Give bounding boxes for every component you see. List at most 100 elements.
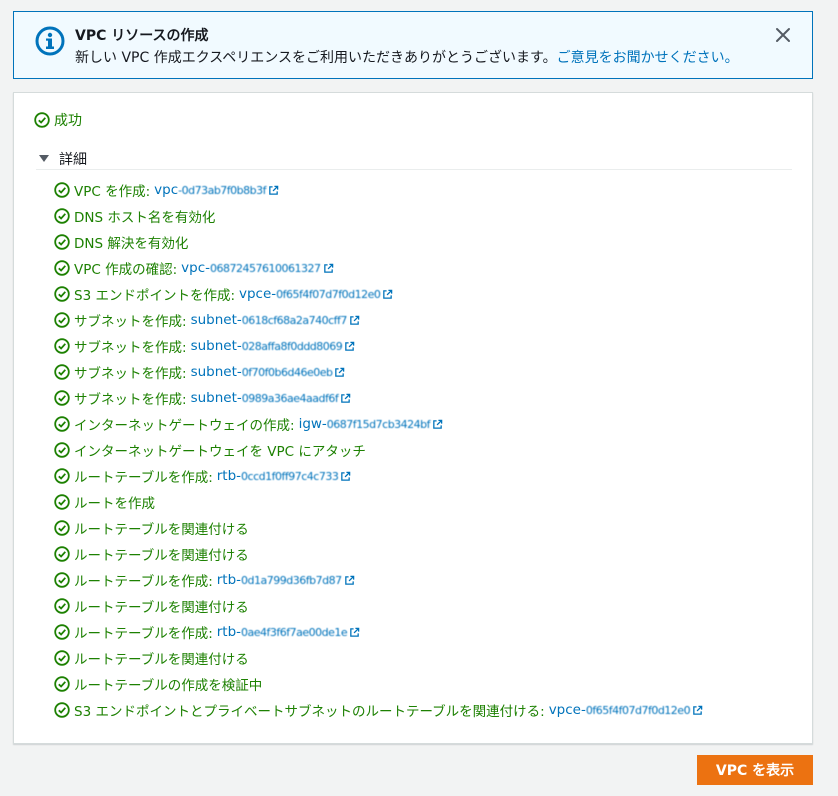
step-item: S3 エンドポイントを作成: vpce- 0f65f4f07d7f0d12e0 (54, 281, 703, 307)
step-label: ルートテーブルを関連付ける (74, 548, 249, 564)
step-label: サブネットを作成: (74, 314, 187, 330)
step-item: ルートテーブルを関連付ける (54, 593, 703, 619)
step-item: サブネットを作成: subnet- 028affa8f0ddd8069 (54, 333, 703, 359)
resource-prefix: vpc (154, 182, 179, 198)
info-banner: VPC リソースの作成 新しい VPC 作成エクスペリエンスをご利用いただきあり… (13, 11, 813, 79)
step-item: ルートテーブルを関連付ける (54, 515, 703, 541)
close-icon[interactable] (774, 26, 792, 44)
step-item: サブネットを作成: subnet- 0f70f0b6d46e0eb (54, 359, 703, 385)
banner-message-text: 新しい VPC 作成エクスペリエンスをご利用いただきありがとうございます。 (75, 50, 557, 66)
external-link-icon (345, 341, 355, 351)
resource-id: 0d1a799d36fb7d87 (241, 573, 342, 587)
success-check-icon (54, 572, 70, 588)
resource-prefix: vpce- (239, 286, 277, 302)
external-link-icon (341, 471, 351, 481)
resource-prefix: igw- (298, 416, 327, 432)
external-link-icon (350, 315, 360, 325)
step-label: S3 エンドポイントとプライベートサブネットのルートテーブルを関連付ける: (74, 704, 545, 720)
resource-link[interactable]: vpce- 0f65f4f07d7f0d12e0 (549, 702, 703, 718)
external-link-icon (341, 393, 351, 403)
step-label: サブネットを作成: (74, 366, 187, 382)
step-item: ルートテーブルを作成: rtb- 0ae4f3f6f7ae00de1e (54, 619, 703, 645)
resource-link[interactable]: subnet- 028affa8f0ddd8069 (191, 338, 356, 354)
success-label: 成功 (54, 113, 82, 129)
resource-prefix: subnet- (190, 390, 242, 406)
feedback-link[interactable]: ご意見をお聞かせください。 (557, 50, 739, 66)
details-toggle[interactable]: 詳細 (36, 148, 792, 170)
resource-prefix: subnet- (190, 338, 242, 354)
step-label: インターネットゲートウェイを VPC にアタッチ (74, 444, 366, 460)
step-label: S3 エンドポイントを作成: (74, 288, 235, 304)
external-link-icon (269, 185, 279, 195)
resource-prefix: subnet- (190, 312, 242, 328)
resource-id: 06872457610061327 (210, 261, 321, 275)
caret-down-icon (39, 155, 49, 162)
resource-link[interactable]: rtb- 0ae4f3f6f7ae00de1e (217, 624, 360, 640)
external-link-icon (350, 627, 360, 637)
success-check-icon (54, 416, 70, 432)
resource-prefix: subnet- (190, 364, 242, 380)
resource-link[interactable]: rtb- 0ccd1f0ff97c4c733 (217, 468, 352, 484)
step-item: ルートを作成 (54, 489, 703, 515)
step-label: ルートテーブルを作成: (74, 574, 213, 590)
success-check-icon (54, 468, 70, 484)
success-check-icon (54, 650, 70, 666)
resource-id: 0687f15d7cb3424bf (326, 417, 431, 431)
step-label: ルートテーブルを関連付ける (74, 522, 249, 538)
resource-link[interactable]: igw- 0687f15d7cb3424bf (299, 416, 443, 432)
step-item: ルートテーブルを関連付ける (54, 645, 703, 671)
step-item: インターネットゲートウェイの作成: igw- 0687f15d7cb3424bf (54, 411, 703, 437)
success-check-icon (54, 676, 70, 692)
result-panel: 成功 詳細 VPC を作成: vpc -0d73ab7f0b8b3f DNS ホスト名… (13, 92, 813, 744)
resource-link[interactable]: vpc -0d73ab7f0b8b3f (154, 182, 279, 198)
success-check-icon (54, 234, 70, 250)
success-check-icon (54, 364, 70, 380)
external-link-icon (693, 705, 703, 715)
step-label: DNS ホスト名を有効化 (74, 210, 216, 226)
external-link-icon (433, 419, 443, 429)
step-item: VPC を作成: vpc -0d73ab7f0b8b3f (54, 177, 703, 203)
step-label: ルートを作成 (74, 496, 155, 512)
success-check-icon (54, 182, 70, 198)
success-check-icon (54, 624, 70, 640)
resource-id: 028affa8f0ddd8069 (241, 339, 343, 353)
resource-id: 0618cf68a2a740cff7 (241, 313, 348, 327)
success-check-icon (54, 520, 70, 536)
step-label: ルートテーブルを関連付ける (74, 652, 249, 668)
step-item: DNS 解決を有効化 (54, 229, 703, 255)
step-item: DNS ホスト名を有効化 (54, 203, 703, 229)
step-label: ルートテーブルの作成を検証中 (74, 678, 263, 694)
step-item: サブネットを作成: subnet- 0989a36ae4aadf6f (54, 385, 703, 411)
view-vpc-button[interactable]: VPC を表示 (697, 755, 813, 785)
success-check-icon (54, 338, 70, 354)
resource-prefix: rtb- (216, 572, 242, 588)
info-icon (35, 26, 65, 56)
step-label: サブネットを作成: (74, 340, 187, 356)
resource-link[interactable]: subnet- 0989a36ae4aadf6f (191, 390, 352, 406)
success-check-icon (54, 546, 70, 562)
resource-link[interactable]: vpce- 0f65f4f07d7f0d12e0 (239, 286, 393, 302)
resource-prefix: vpc- (181, 260, 211, 276)
success-check-icon (54, 312, 70, 328)
resource-id: 0f70f0b6d46e0eb (241, 365, 333, 379)
success-check-icon (54, 286, 70, 302)
resource-link[interactable]: vpc- 06872457610061327 (181, 260, 333, 276)
step-label: VPC 作成の確認: (74, 262, 178, 278)
details-label: 詳細 (59, 151, 87, 168)
external-link-icon (344, 575, 354, 585)
success-check-icon (54, 260, 70, 276)
resource-id: 0f65f4f07d7f0d12e0 (585, 703, 691, 717)
step-label: DNS 解決を有効化 (74, 236, 189, 252)
success-status: 成功 (34, 110, 82, 130)
step-label: ルートテーブルを作成: (74, 626, 213, 642)
external-link-icon (323, 263, 333, 273)
resource-link[interactable]: subnet- 0f70f0b6d46e0eb (191, 364, 346, 380)
resource-link[interactable]: subnet- 0618cf68a2a740cff7 (191, 312, 360, 328)
step-item: サブネットを作成: subnet- 0618cf68a2a740cff7 (54, 307, 703, 333)
step-item: VPC 作成の確認: vpc- 06872457610061327 (54, 255, 703, 281)
resource-link[interactable]: rtb- 0d1a799d36fb7d87 (217, 572, 355, 588)
success-check-icon (54, 390, 70, 406)
banner-title: VPC リソースの作成 (75, 28, 209, 44)
step-label: サブネットを作成: (74, 392, 187, 408)
step-item: ルートテーブルを関連付ける (54, 541, 703, 567)
